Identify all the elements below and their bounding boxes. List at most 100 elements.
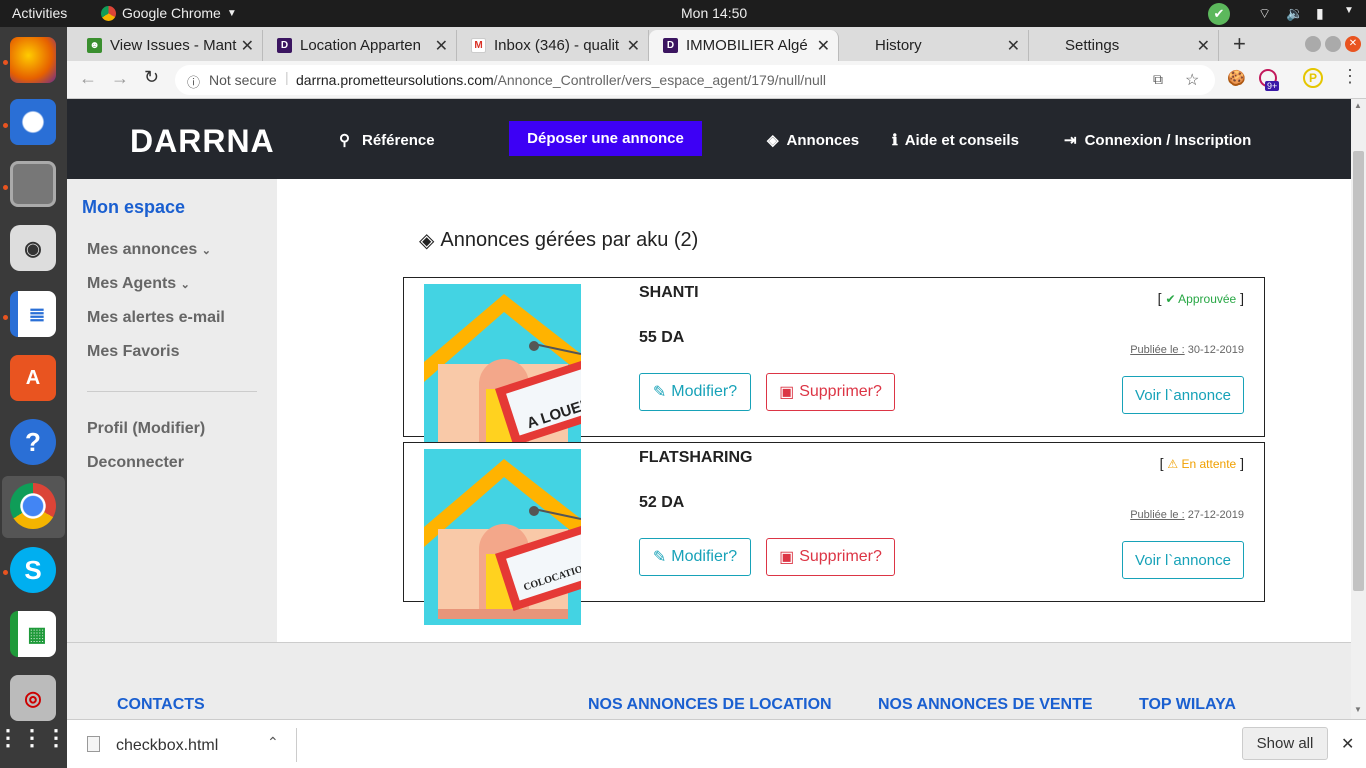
close-icon[interactable]: ✕ [1197,36,1210,56]
listing-title[interactable]: FLATSHARING [639,449,752,467]
wifi-icon[interactable]: ⌔ [1258,5,1271,23]
download-filename[interactable]: checkbox.html [116,737,218,755]
sidebar-item-mes-annonces[interactable]: Mes annonces ⌄ [87,241,211,259]
reload-icon[interactable]: ↻ [144,67,159,88]
site-logo[interactable]: DARRNA [130,123,275,160]
show-apps-icon[interactable]: ⋮⋮⋮ [0,715,67,761]
files-icon[interactable] [10,161,56,207]
nav-reference[interactable]: ⚲ Référence [339,131,435,150]
translate-icon[interactable]: ⧉ [1153,71,1163,88]
battery-icon[interactable]: ▮ [1316,5,1324,22]
modify-button[interactable]: ✎ Modifier? [639,538,751,576]
system-menu-chevron-icon[interactable]: ▼ [1344,5,1354,16]
divider: | [285,69,289,85]
info-icon[interactable]: ⓘ [187,72,200,91]
sidebar-item-mes-agents[interactable]: Mes Agents ⌄ [87,275,190,293]
clock[interactable]: Mon 14:50 [681,5,747,21]
footer-location[interactable]: NOS ANNONCES DE LOCATION [588,696,832,714]
thunderbird-icon[interactable] [10,99,56,145]
close-icon[interactable]: ✕ [817,36,830,56]
close-icon[interactable]: ✕ [435,36,448,56]
deposer-annonce-button[interactable]: Déposer une annonce [509,121,702,156]
nav-aide[interactable]: ℹ Aide et conseils [892,131,1019,150]
chevron-down-icon: ▼ [226,7,237,19]
tab-settings[interactable]: Settings ✕ [1029,30,1219,61]
menu-icon[interactable]: ⋮ [1341,66,1359,87]
view-listing-button[interactable]: Voir l`annonce [1122,376,1244,414]
view-listing-button[interactable]: Voir l`annonce [1122,541,1244,579]
minimize-icon[interactable] [1305,36,1321,52]
close-icon[interactable]: ✕ [627,36,640,56]
sidebar-item-deconnecter[interactable]: Deconnecter [87,454,184,472]
listing-title[interactable]: SHANTI [639,284,699,302]
account-sidebar: Mon espace Mes annonces ⌄ Mes Agents ⌄ M… [67,179,277,642]
modify-button[interactable]: ✎ Modifier? [639,373,751,411]
footer-wilaya[interactable]: TOP WILAYA [1139,696,1236,714]
scroll-down-icon[interactable]: ▼ [1354,705,1362,714]
double-chevron-down-icon: ⌄ [201,245,211,257]
bookmark-star-icon[interactable]: ☆ [1185,70,1199,90]
scroll-up-icon[interactable]: ▲ [1354,101,1362,110]
main-content: ◈ Annonces gérées par aku (2) A LOUER SH… [277,179,1351,642]
file-icon [87,736,100,752]
listing-thumbnail[interactable]: A LOUER [424,284,581,449]
footer-contacts[interactable]: CONTACTS [117,696,205,714]
url-text[interactable]: darrna.prometteursolutions.com/Annonce_C… [296,72,826,88]
double-chevron-down-icon: ⌄ [180,279,190,291]
window-close-icon[interactable]: ✕ [1345,36,1361,52]
nav-annonces[interactable]: ◈ Annonces [767,131,859,150]
volume-icon[interactable]: 🔉 [1286,5,1303,22]
archive-icon: ▣ [779,384,795,401]
app-menu[interactable]: Google Chrome ▼ [101,5,237,21]
close-icon[interactable]: ✕ [1007,36,1020,56]
update-check-icon[interactable]: ✔ [1208,3,1230,25]
published-date: Publiée le : 27-12-2019 [1130,509,1244,521]
listing-price: 55 DA [639,329,685,346]
help-icon[interactable]: ? [10,419,56,465]
address-bar[interactable]: ⓘ Not secure | darrna.prometteursolution… [175,65,1215,95]
extension-cookie-icon[interactable]: 🍪 [1227,69,1246,87]
sidebar-item-profil[interactable]: Profil (Modifier) [87,420,205,438]
tab-view-issues[interactable]: ☻ View Issues - Mant ✕ [73,30,263,61]
extension-p-icon[interactable]: P [1303,68,1323,88]
close-icon[interactable]: ✕ [241,36,254,56]
page-scrollbar[interactable]: ▲ ▼ [1351,99,1366,719]
software-center-icon[interactable]: A [10,355,56,401]
listing-card: A LOUER SHANTI 55 DA [ ✔ Approuvée ] Pub… [403,277,1265,449]
tab-history[interactable]: History ✕ [839,30,1029,61]
writer-icon[interactable]: ≣ [10,291,56,337]
darrna-favicon-icon: D [663,38,678,53]
tab-gmail[interactable]: M Inbox (346) - qualit ✕ [457,30,649,61]
archive-icon: ▣ [779,549,795,566]
tab-location[interactable]: D Location Apparten ✕ [263,30,457,61]
nav-connexion[interactable]: ⇥ Connexion / Inscription [1064,131,1251,150]
show-all-button[interactable]: Show all [1242,727,1328,760]
chevron-up-icon[interactable]: ⌃ [267,734,279,751]
footer-vente[interactable]: NOS ANNONCES DE VENTE [878,696,1093,714]
running-indicator [3,60,8,65]
sidebar-item-favoris[interactable]: Mes Favoris [87,343,179,361]
running-indicator [3,185,8,190]
listing-price: 52 DA [639,494,685,511]
security-label: Not secure [209,72,277,88]
activities-button[interactable]: Activities [12,5,67,21]
published-date: Publiée le : 30-12-2019 [1130,344,1244,356]
chrome-dock-icon[interactable] [10,483,56,529]
skype-icon[interactable]: S [10,547,56,593]
calc-icon[interactable]: ▦ [10,611,56,657]
close-icon[interactable]: ✕ [1341,734,1354,754]
tab-immobilier[interactable]: D IMMOBILIER Algé ✕ [649,30,839,61]
scroll-thumb[interactable] [1353,151,1364,591]
back-icon[interactable]: ← [79,68,97,89]
rhythmbox-icon[interactable]: ◉ [10,225,56,271]
maximize-icon[interactable] [1325,36,1341,52]
tab-strip: ☻ View Issues - Mant ✕ D Location Appart… [67,27,1366,61]
delete-button[interactable]: ▣ Supprimer? [766,373,895,411]
new-tab-icon[interactable]: + [1233,31,1246,57]
listing-card: COLOCATION FLATSHARING 52 DA [ ⚠ En atte… [403,442,1265,625]
forward-icon[interactable]: → [111,68,129,89]
firefox-icon[interactable] [10,37,56,83]
sidebar-item-alertes[interactable]: Mes alertes e-mail [87,309,225,327]
delete-button[interactable]: ▣ Supprimer? [766,538,895,576]
listing-thumbnail[interactable]: COLOCATION [424,449,581,625]
